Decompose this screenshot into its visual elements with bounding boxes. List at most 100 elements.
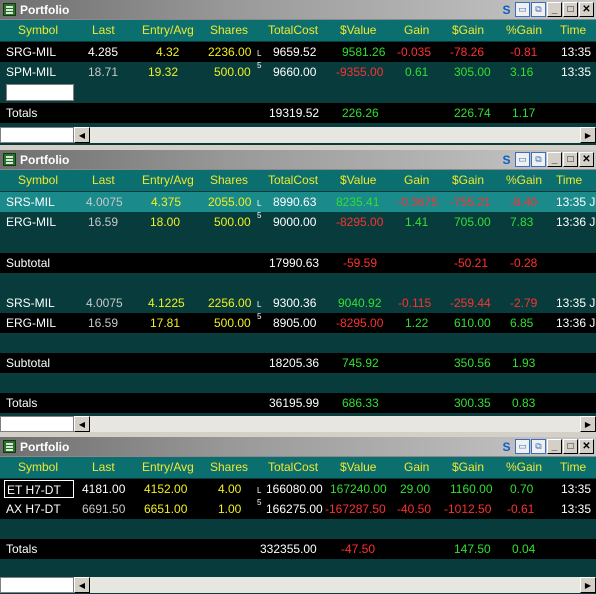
cell-dgain: -259.44 (450, 296, 491, 310)
scroll-track[interactable] (90, 577, 580, 593)
header-shares[interactable]: Shares (210, 23, 248, 37)
header-last[interactable]: Last (92, 23, 115, 37)
table-row[interactable]: ET H7-DT 4181.00 4152.00 4.00 L 166080.0… (0, 479, 596, 499)
title-bar[interactable]: Portfolio S ▭ ⧉ _ □ ✕ (0, 150, 596, 170)
header-gain[interactable]: Gain (404, 173, 429, 187)
horizontal-scrollbar[interactable]: ◀ ▶ (0, 127, 596, 143)
cell-pgain: -2.79 (510, 296, 538, 310)
close-button[interactable]: ✕ (579, 439, 594, 454)
cell-entry: 19.32 (148, 65, 179, 79)
cell-totalcost: 9300.36 (273, 296, 317, 310)
title-bar[interactable]: Portfolio S ▭ ⧉ _ □ ✕ (0, 0, 596, 20)
scroll-left-icon[interactable]: ◀ (74, 416, 90, 432)
close-button[interactable]: ✕ (579, 152, 594, 167)
header-time[interactable]: Time (560, 460, 586, 474)
header-gain[interactable]: Gain (404, 460, 429, 474)
level-indicator: 5 (257, 498, 262, 507)
minimize-button[interactable]: _ (547, 2, 562, 17)
cell-shares: 2256.00 (208, 296, 252, 310)
close-button[interactable]: ✕ (579, 2, 594, 17)
header-time[interactable]: Time (560, 23, 586, 37)
totals-row: Totals 332355.00 -47.50 147.50 0.04 (0, 539, 596, 559)
cell-entry: 4.375 (151, 195, 182, 209)
subtotal-value: -59.59 (343, 256, 378, 270)
horizontal-scrollbar[interactable]: ◀ ▶ (0, 416, 596, 432)
header-dgain[interactable]: $Gain (452, 173, 484, 187)
scroll-left-icon[interactable]: ◀ (74, 127, 90, 143)
cell-totalcost: 9000.00 (273, 215, 317, 229)
table-row[interactable]: SRS-MIL 4.0075 4.1225 2256.00 L 9300.36 … (0, 293, 596, 313)
cell-value: -8295.00 (336, 215, 384, 229)
portfolio-app-icon (3, 440, 16, 453)
symbol-entry-field[interactable] (6, 84, 74, 101)
cell-last: 6691.50 (82, 502, 126, 516)
header-totalcost[interactable]: TotalCost (268, 460, 318, 474)
scroll-right-icon[interactable]: ▶ (580, 127, 596, 143)
cell-time: 13:36 J (556, 215, 596, 229)
header-symbol[interactable]: Symbol (18, 460, 58, 474)
scroll-track[interactable] (90, 416, 580, 432)
title-bar[interactable]: Portfolio S ▭ ⧉ _ □ ✕ (0, 437, 596, 457)
minimize-button[interactable]: _ (547, 152, 562, 167)
cell-time: 13:36 J (556, 316, 596, 330)
cascade-icon[interactable]: ⧉ (531, 2, 546, 17)
header-symbol[interactable]: Symbol (18, 173, 58, 187)
header-shares[interactable]: Shares (210, 173, 248, 187)
cell-dgain: 305.00 (454, 65, 491, 79)
header-pgain[interactable]: %Gain (506, 23, 542, 37)
totals-row: Totals 36195.99 686.33 300.35 0.83 (0, 393, 596, 413)
maximize-button[interactable]: □ (563, 152, 578, 167)
horizontal-scrollbar[interactable]: ◀ ▶ (0, 577, 596, 593)
header-value[interactable]: $Value (340, 460, 376, 474)
cascade-icon[interactable]: ⧉ (531, 152, 546, 167)
table-row-selected[interactable]: SRS-MIL 4.0075 4.375 2055.00 L 8990.63 8… (0, 192, 596, 212)
table-row[interactable]: AX H7-DT 6691.50 6651.00 1.00 5 166275.0… (0, 499, 596, 519)
header-totalcost[interactable]: TotalCost (268, 173, 318, 187)
header-dgain[interactable]: $Gain (452, 460, 484, 474)
header-gain[interactable]: Gain (404, 23, 429, 37)
header-time[interactable]: Time (556, 173, 582, 187)
cell-gain: 1.22 (405, 316, 429, 330)
header-entry[interactable]: Entry/Avg (142, 23, 194, 37)
header-value[interactable]: $Value (340, 173, 376, 187)
scroll-right-icon[interactable]: ▶ (580, 577, 596, 593)
tile-icon[interactable]: ▭ (515, 152, 530, 167)
level-indicator: 5 (257, 312, 262, 321)
header-entry[interactable]: Entry/Avg (142, 173, 194, 187)
maximize-button[interactable]: □ (563, 2, 578, 17)
header-last[interactable]: Last (92, 460, 115, 474)
totals-value: -47.50 (341, 542, 376, 556)
scroll-left-icon[interactable]: ◀ (74, 577, 90, 593)
header-last[interactable]: Last (92, 173, 115, 187)
minimize-button[interactable]: _ (547, 439, 562, 454)
cascade-icon[interactable]: ⧉ (531, 439, 546, 454)
level-indicator: L (257, 300, 262, 309)
table-row[interactable]: ERG-MIL 16.59 17.81 500.00 5 8905.00 -82… (0, 313, 596, 333)
header-value[interactable]: $Value (340, 23, 376, 37)
subtotal-pgain: 1.93 (512, 356, 536, 370)
scroll-track[interactable] (90, 127, 580, 143)
header-entry[interactable]: Entry/Avg (142, 460, 194, 474)
header-symbol[interactable]: Symbol (18, 23, 58, 37)
maximize-button[interactable]: □ (563, 439, 578, 454)
tile-icon[interactable]: ▭ (515, 439, 530, 454)
header-pgain[interactable]: %Gain (506, 460, 542, 474)
table-row[interactable]: SPM-MIL 18.71 19.32 500.00 5 9660.00 -93… (0, 62, 596, 82)
cell-symbol: SPM-MIL (6, 65, 57, 79)
scroll-field (0, 577, 74, 593)
s-icon[interactable]: S (499, 2, 514, 17)
cell-value: 9040.92 (338, 296, 382, 310)
s-icon[interactable]: S (499, 439, 514, 454)
portfolio-window-2: Portfolio S ▭ ⧉ _ □ ✕ Symbol Last Entry/… (0, 150, 596, 432)
table-row[interactable]: SRG-MIL 4.285 4.32 2236.00 L 9659.52 958… (0, 42, 596, 62)
header-shares[interactable]: Shares (210, 460, 248, 474)
header-dgain[interactable]: $Gain (452, 23, 484, 37)
tile-icon[interactable]: ▭ (515, 2, 530, 17)
header-pgain[interactable]: %Gain (506, 173, 542, 187)
scroll-right-icon[interactable]: ▶ (580, 416, 596, 432)
header-totalcost[interactable]: TotalCost (268, 23, 318, 37)
s-icon[interactable]: S (499, 152, 514, 167)
table-row[interactable]: ERG-MIL 16.59 18.00 500.00 5 9000.00 -82… (0, 212, 596, 232)
symbol-edit-field[interactable]: ET H7-DT (4, 480, 74, 498)
cell-dgain: -755.21 (450, 195, 491, 209)
